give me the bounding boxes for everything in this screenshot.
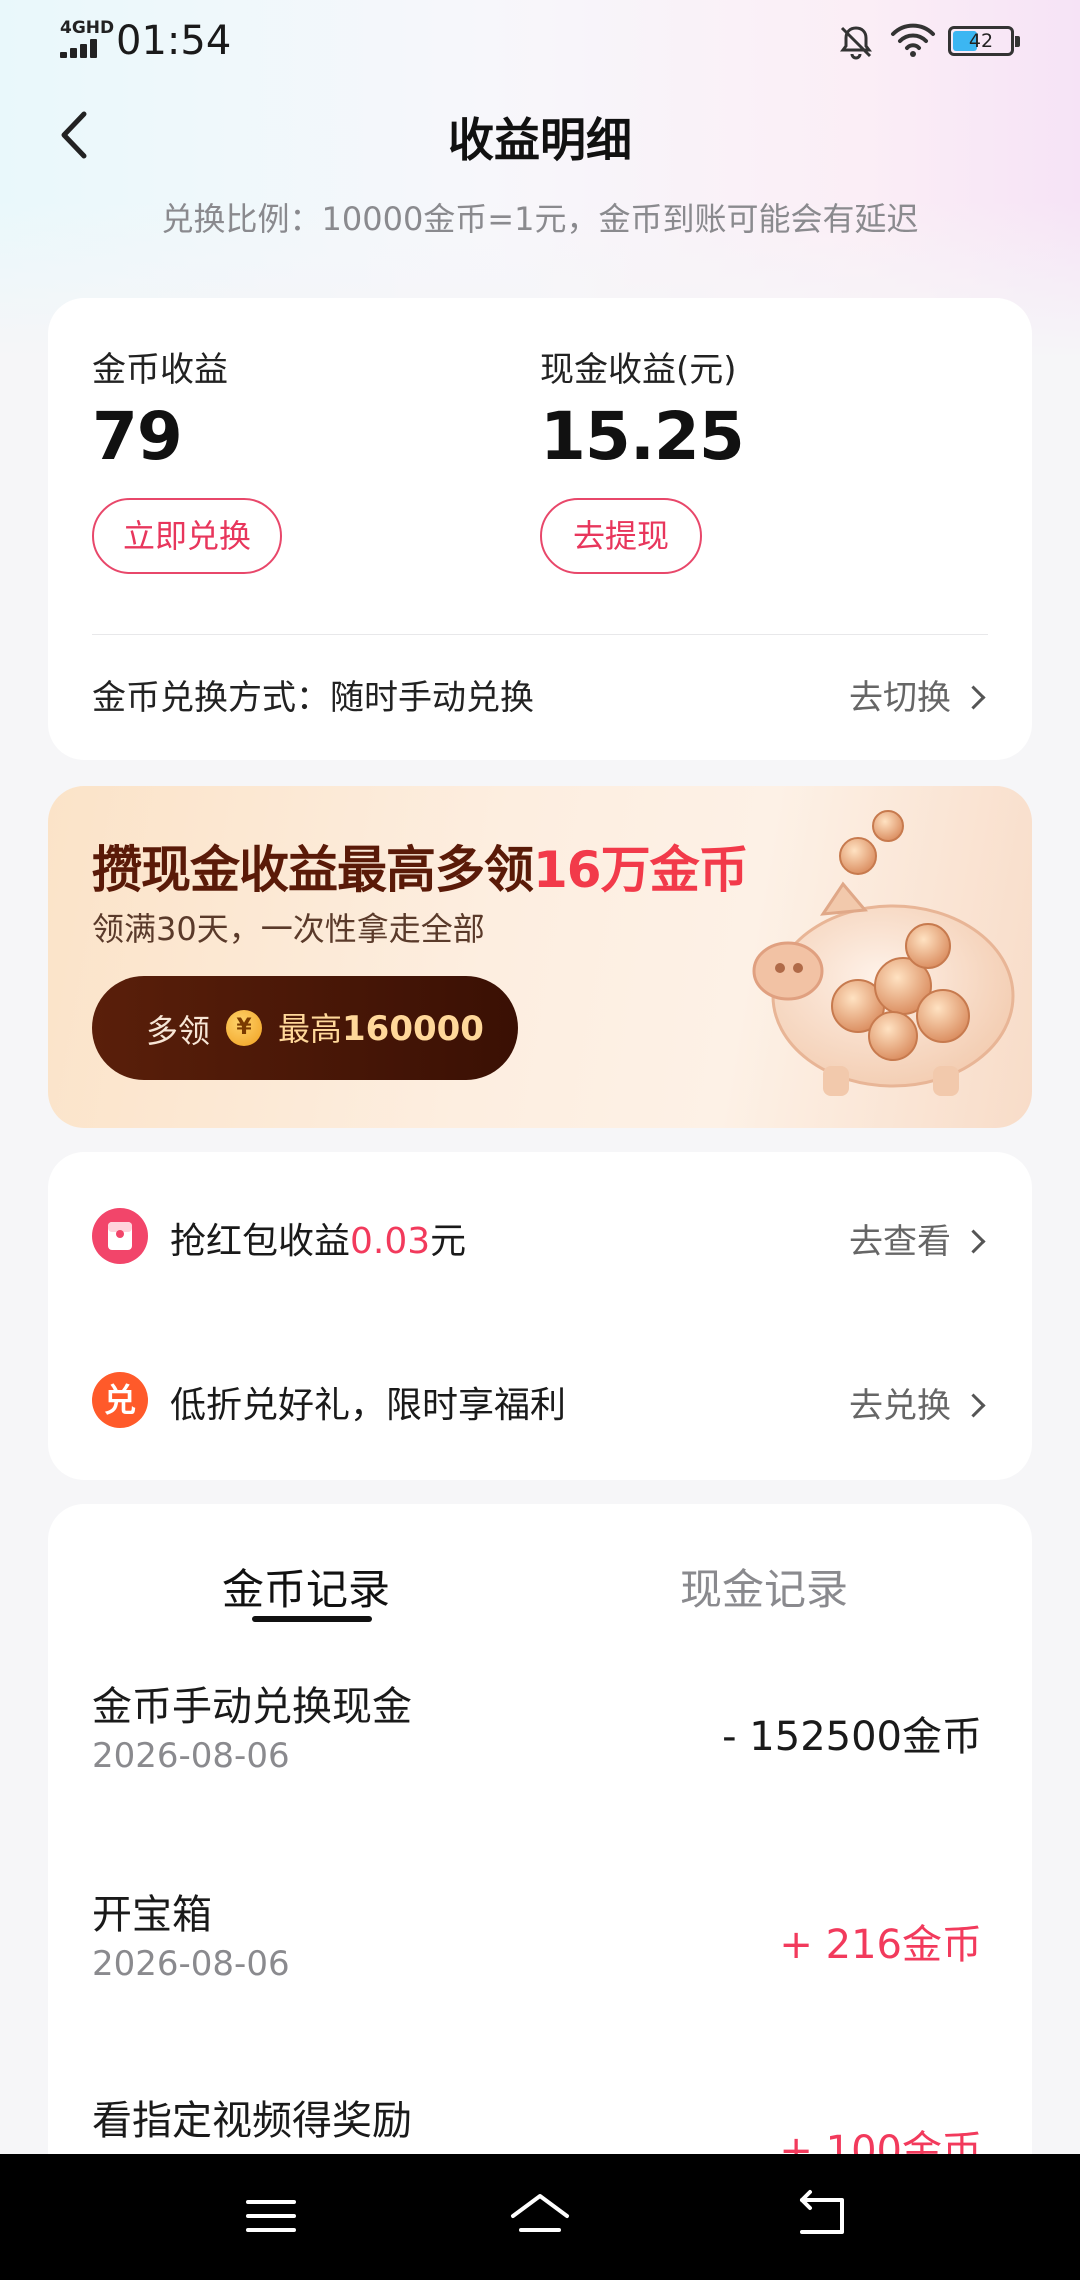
menu-icon[interactable]	[236, 2186, 306, 2246]
exchange-now-button[interactable]: 立即兑换	[92, 498, 282, 574]
record-title: 金币手动兑换现金	[92, 1684, 412, 1730]
active-tab-indicator	[252, 1616, 372, 1622]
cash-earnings-value: 15.25	[540, 398, 745, 475]
exchange-rate-note: 兑换比例：10000金币=1元，金币到账可能会有延迟	[161, 200, 919, 238]
record-row: 金币手动兑换现金 2026-08-06 - 152500金币	[48, 1674, 1032, 1864]
system-nav-bar	[0, 2154, 1080, 2280]
battery-level: 42	[968, 30, 994, 52]
promo-button-label: 多领	[146, 1012, 211, 1050]
tab-cash-records[interactable]: 现金记录	[680, 1556, 848, 1617]
coin-earnings-label: 金币收益	[92, 350, 228, 390]
page-title: 收益明细	[448, 113, 632, 167]
exchange-icon: 兑	[92, 1372, 148, 1428]
red-packet-text: 抢红包收益0.03元	[170, 1221, 467, 1262]
red-packet-icon	[92, 1208, 148, 1264]
exchange-gift-text: 低折兑好礼，限时享福利	[170, 1385, 567, 1426]
cash-earnings-label: 现金收益(元)	[540, 350, 737, 390]
chevron-right-icon	[961, 1229, 986, 1254]
record-title: 看指定视频得奖励	[92, 2098, 412, 2144]
battery-icon: 42	[948, 26, 1020, 56]
piggy-bank-icon	[752, 810, 1015, 1096]
chevron-right-icon	[961, 685, 986, 710]
exchange-gift-row[interactable]: 兑 低折兑好礼，限时享福利 去兑换	[48, 1338, 1032, 1458]
record-title: 开宝箱	[92, 1892, 212, 1938]
switch-method-link[interactable]: 去切换	[849, 670, 986, 719]
bell-muted-icon	[840, 26, 872, 60]
status-bar: 4GHD 01:54 42	[0, 0, 1080, 84]
records-card: 金币记录 现金记录 金币手动兑换现金 2026-08-06 - 152500金币…	[48, 1504, 1032, 2204]
home-icon[interactable]	[505, 2186, 575, 2246]
shortcuts-card: 抢红包收益0.03元 去查看 兑 低折兑好礼，限时享福利 去兑换	[48, 1152, 1032, 1480]
network-type: 4GHD	[60, 18, 115, 38]
promo-title: 攒现金收益最高多领16万金币	[92, 830, 749, 902]
earnings-card: 金币收益 79 立即兑换 现金收益(元) 15.25 去提现 金币兑换方式：随时…	[48, 298, 1032, 760]
exchange-link[interactable]: 去兑换	[849, 1378, 986, 1427]
record-date: 2026-08-06	[92, 1944, 290, 1984]
record-row: 开宝箱 2026-08-06 + 216金币	[48, 1882, 1032, 2072]
record-amount: + 216金币	[779, 1922, 982, 1968]
view-link[interactable]: 去查看	[849, 1214, 986, 1263]
exchange-method-label: 金币兑换方式：随时手动兑换	[92, 678, 534, 718]
chevron-right-icon	[961, 1393, 986, 1418]
signal-icon	[60, 38, 106, 58]
promo-subtitle: 领满30天，一次性拿走全部	[92, 910, 485, 948]
promo-button-amount: 最高160000	[278, 1009, 484, 1049]
tab-coin-records[interactable]: 金币记录	[222, 1556, 390, 1617]
wifi-icon	[891, 23, 935, 57]
promo-title-main: 攒现金收益最高多领	[92, 841, 534, 899]
record-date: 2026-08-06	[92, 1736, 290, 1776]
withdraw-button[interactable]: 去提现	[540, 498, 702, 574]
coin-icon: ¥	[226, 1010, 262, 1046]
promo-banner[interactable]: 攒现金收益最高多领16万金币 领满30天，一次性拿走全部 多领 ¥ 最高1600…	[48, 786, 1032, 1128]
promo-title-highlight: 16万金币	[533, 841, 749, 899]
promo-claim-button[interactable]: 多领 ¥ 最高160000	[92, 976, 518, 1080]
red-packet-row[interactable]: 抢红包收益0.03元 去查看	[48, 1174, 1032, 1294]
clock: 01:54	[116, 18, 232, 64]
coin-earnings-value: 79	[92, 398, 183, 475]
switch-method-text: 去切换	[849, 678, 951, 718]
back-icon[interactable]	[788, 2186, 858, 2246]
divider	[92, 634, 988, 635]
record-amount: - 152500金币	[722, 1714, 982, 1760]
